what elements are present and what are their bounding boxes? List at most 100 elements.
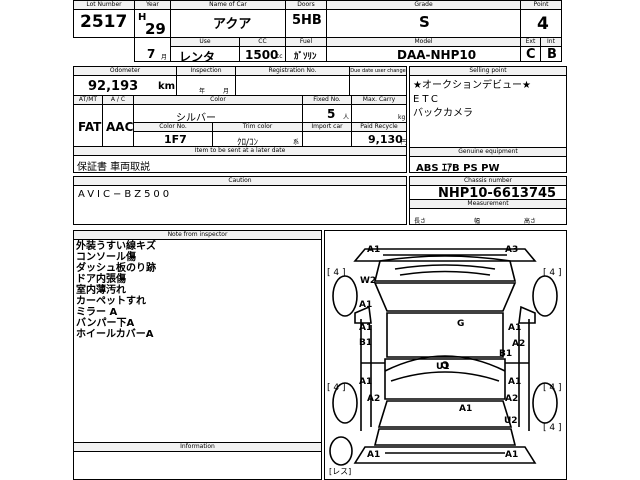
trim-color-cell: Trim color ｸﾛ/ｺﾝ 系 [212, 122, 303, 148]
max-carry-unit: kg [398, 114, 406, 121]
registration-label: Registration No. [236, 67, 349, 76]
genuine-equipment-cell: Genuine equipment ABS ｴｱB PS PW [409, 147, 567, 174]
max-carry-label: Max. Carry [352, 96, 406, 105]
genuine-equipment-value: ABS ｴｱB PS PW [416, 163, 500, 174]
doors-label: Doors [286, 1, 326, 10]
grade-value: S [419, 13, 430, 31]
measurement-label: Measurement [410, 200, 566, 209]
lot-number-cell: Lot Number 2517 [73, 0, 135, 38]
damage-left-rear-quarter: A2 [367, 394, 381, 404]
year-cell: Year H 29 [134, 0, 171, 38]
name-of-car-value: アクア [213, 17, 252, 32]
grade-label: Grade [327, 1, 520, 10]
paid-recycle-cell: Paid Recycle 9,130 円 [351, 122, 407, 147]
measurement-cell: Measurement 長さ 幅 高さ [409, 199, 567, 225]
import-car-label: Import car [303, 123, 351, 132]
inspection-month-unit: 月 [223, 88, 230, 95]
year-label: Year [135, 1, 170, 10]
int-value: B [547, 47, 557, 62]
damage-windshield: W2 [360, 276, 377, 286]
ac-label: A / C [103, 96, 133, 105]
ext-value: C [526, 47, 536, 62]
point-label: Point [521, 1, 561, 10]
at-mt-cell: AT/MT FAT [73, 95, 103, 147]
inspector-notes-label: Note from inspector [74, 231, 321, 240]
inspection-cell: Inspection 年 月 [176, 66, 236, 96]
damage-rear-bumper-right: A1 [505, 450, 519, 460]
damage-left-rear-door: A1 [359, 377, 373, 387]
ac-value: AAC [106, 120, 134, 134]
color-cell: Color シルバー [133, 95, 303, 124]
inspector-note-2: コンソール傷 [76, 252, 136, 263]
inspector-note-1: 外装うすい線キズ [76, 241, 156, 252]
paid-recycle-value: 9,130 [368, 133, 403, 146]
point-value: 4 [537, 14, 549, 34]
int-cell: Int B [540, 37, 562, 62]
measurement-length: 長さ [414, 218, 427, 225]
trim-color-unit: 系 [293, 139, 300, 146]
fixed-no-cell: Fixed No. 5 人 [302, 95, 352, 123]
cc-unit: cc [276, 53, 283, 60]
spare-tire-tag: [レス] [329, 467, 352, 476]
fuel-cell: Fuel ｶﾞｿﾘﾝ [285, 37, 327, 62]
name-of-car-label: Name of Car [171, 1, 285, 10]
damage-right-rear-door: A1 [508, 377, 522, 387]
tire-tag-front-right: [ 4 ] [543, 268, 562, 278]
inspector-notes-cell: Note from inspector 外装うすい線キズ コンソール傷 ダッシュ… [73, 230, 322, 443]
due-date-label: Due date user change [350, 67, 406, 76]
paid-recycle-label: Paid Recycle [352, 123, 406, 132]
cc-value: 1500 [245, 48, 279, 62]
registration-cell: Registration No. [235, 66, 350, 96]
lot-number-value: 2517 [80, 12, 128, 32]
damage-left-mirror: A1 [359, 300, 373, 310]
selling-point-label: Selling point [410, 67, 566, 76]
damage-front-right: A3 [505, 245, 519, 255]
odometer-unit: km [158, 81, 176, 92]
tire-tag-rear-right: [ 4 ] [543, 383, 562, 393]
fuel-label: Fuel [286, 38, 326, 47]
cc-cell: CC 1500 cc [239, 37, 286, 62]
inspector-note-7: ミラー A [76, 307, 118, 318]
fixed-no-unit: 人 [343, 114, 350, 121]
int-label: Int [541, 38, 561, 47]
damage-right-front-door: A1 [508, 323, 522, 333]
chassis-label: Chassis number [410, 177, 566, 186]
item-to-be-sent-value: 保証書 車両取説 [77, 162, 151, 173]
selling-point-2: ETC [413, 94, 441, 105]
damage-right-front-door-b: B1 [499, 349, 513, 359]
caution-cell: Caution AVIC−BZ500 [73, 176, 407, 225]
damage-left-front-door: A1 [359, 323, 373, 333]
inspector-note-6: カーペットすれ [76, 296, 146, 307]
paid-recycle-unit: 円 [401, 139, 408, 146]
chassis-cell: Chassis number NHP10-6613745 [409, 176, 567, 201]
inspector-note-5: 室内薄汚れ [76, 285, 126, 296]
color-no-label: Color No. [134, 123, 212, 132]
model-value: DAA-NHP10 [397, 48, 477, 62]
model-label: Model [327, 38, 520, 47]
inspector-note-8: バンパー下A [76, 318, 135, 329]
damage-diagram: [ 4 ] [ 4 ] [ 4 ] [ 4 ] [ 4 ] [レス] A1 A3… [324, 230, 567, 480]
grade-cell: Grade S [326, 0, 521, 38]
year-value: 29 [145, 20, 166, 38]
selling-point-3: バックカメラ [413, 108, 473, 119]
tire-tag-rear-left: [ 4 ] [327, 383, 346, 393]
measurement-width: 幅 [474, 218, 481, 225]
selling-point-cell: Selling point ★オークションデビュー★ ETC バックカメラ [409, 66, 567, 148]
inspector-note-3: ダッシュ板のり跡 [76, 263, 156, 274]
information-cell: Information [73, 442, 322, 480]
use-cell: Use レンタ [170, 37, 240, 64]
odometer-cell: Odometer 92,193 km [73, 66, 177, 96]
inspection-label: Inspection [177, 67, 235, 76]
damage-rear-bumper-left: A1 [367, 450, 381, 460]
damage-roof: G [457, 319, 465, 329]
damage-rear-hatch: A1 [459, 404, 473, 414]
use-label: Use [171, 38, 239, 47]
model-cell: Model DAA-NHP10 [326, 37, 521, 62]
selling-point-1: ★オークションデビュー★ [413, 80, 531, 91]
measurement-height: 高さ [524, 218, 537, 225]
max-carry-cell: Max. Carry kg [351, 95, 407, 123]
use-value: レンタ [179, 50, 216, 64]
at-mt-value: FAT [78, 120, 102, 134]
import-car-cell: Import car [302, 122, 352, 147]
tire-tag-extra: [ 4 ] [543, 423, 562, 433]
